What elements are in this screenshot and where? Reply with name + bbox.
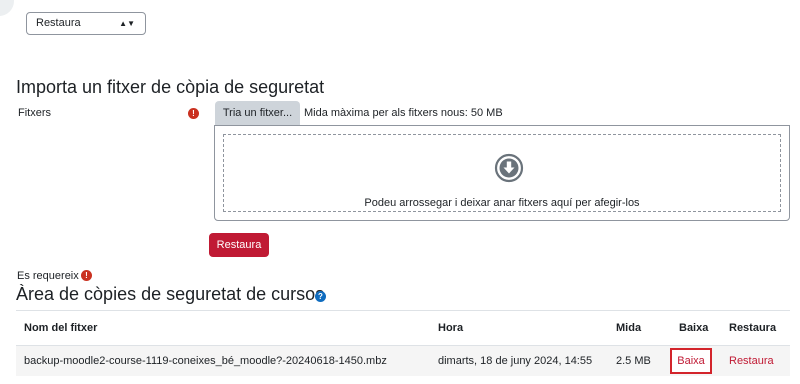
restore-link[interactable]: Restaura [729, 346, 774, 376]
header-size: Mida [616, 322, 642, 334]
header-download: Baixa [679, 322, 709, 334]
dropzone-border: Podeu arrossegar i deixar anar fitxers a… [223, 134, 781, 212]
backup-time: dimarts, 18 de juny 2024, 14:55 [438, 355, 593, 367]
backup-size: 2.5 MB [616, 355, 651, 367]
sort-arrows-icon: ▲▼ [119, 19, 135, 28]
import-section-title: Importa un fitxer de còpia de seguretat [16, 77, 325, 97]
table-header: Nom del fitxer Hora Mida Baixa Restaura [16, 310, 790, 346]
table-row: backup-moodle2-course-1119-coneixes_bé_m… [16, 346, 790, 376]
avatar [0, 0, 14, 16]
files-label: Fitxers [18, 107, 51, 119]
max-size-text: Mida màxima per als fitxers nous: 50 MB [304, 107, 503, 119]
restore-select[interactable]: Restaura ▲▼ [26, 12, 146, 35]
dropzone-text: Podeu arrossegar i deixar anar fitxers a… [364, 197, 640, 209]
backups-table: Nom del fitxer Hora Mida Baixa Restaura … [16, 310, 790, 376]
download-arrow-icon [494, 153, 524, 183]
download-link[interactable]: Baixa [670, 348, 712, 374]
restore-button[interactable]: Restaura [209, 233, 269, 257]
file-dropzone[interactable]: Podeu arrossegar i deixar anar fitxers a… [214, 125, 790, 221]
required-icon: ! [188, 108, 199, 119]
header-name: Nom del fitxer [24, 322, 98, 334]
header-time: Hora [438, 322, 464, 334]
required-icon: ! [81, 270, 92, 281]
course-backups-title: Àrea de còpies de seguretat de cursos [16, 284, 325, 304]
help-icon[interactable]: ? [315, 291, 326, 302]
header-restore: Restaura [729, 322, 777, 334]
restore-select-value: Restaura [36, 17, 81, 29]
choose-file-button[interactable]: Tria un fitxer... [215, 101, 300, 125]
backup-file-name: backup-moodle2-course-1119-coneixes_bé_m… [24, 355, 387, 367]
required-note-text: Es requereix [17, 270, 79, 282]
